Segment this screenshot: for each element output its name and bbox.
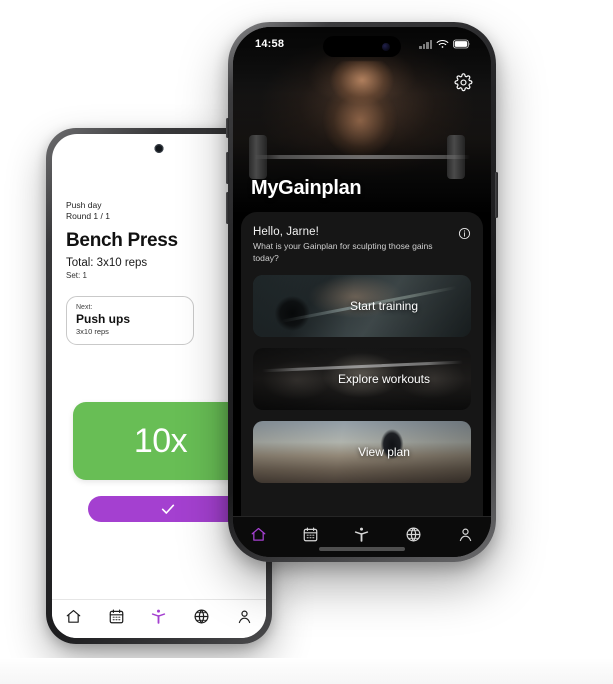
silent-switch[interactable] [226, 118, 229, 138]
home-icon [66, 609, 81, 623]
next-exercise-name: Push ups [76, 311, 131, 326]
iphone-mockup: 14:58 MyGainplan Hello, Jarne! What is y… [226, 22, 498, 562]
content-sheet: Hello, Jarne! What is your Gainplan for … [241, 212, 483, 557]
explore-workouts-card[interactable]: Explore workouts [253, 348, 471, 411]
settings-button[interactable] [454, 73, 473, 97]
android-tabbar [52, 599, 266, 638]
exercise-set: Set: 1 [66, 270, 87, 280]
greeting-title: Hello, Jarne! [253, 226, 319, 238]
globe-icon [194, 609, 209, 624]
status-indicators [419, 39, 471, 49]
iphone-screen: 14:58 MyGainplan Hello, Jarne! What is y… [233, 27, 491, 557]
volume-up-button[interactable] [226, 152, 229, 184]
home-indicator[interactable] [319, 547, 405, 551]
tab-home[interactable] [250, 526, 267, 548]
workout-day-label: Push day [66, 200, 102, 210]
exercise-total: Total: 3x10 reps [66, 256, 148, 269]
next-kicker: Next: [76, 303, 93, 311]
next-exercise-card[interactable]: Next: Push ups 3x10 reps [66, 295, 194, 345]
start-training-card[interactable]: Start training [253, 275, 471, 338]
volume-down-button[interactable] [226, 192, 229, 224]
rep-count-label: 10x [133, 421, 188, 460]
wifi-icon [436, 40, 449, 48]
person-raised-arms-icon [355, 527, 369, 542]
sidebar-item-workout[interactable] [150, 608, 167, 630]
dynamic-island [323, 36, 401, 57]
calendar-icon [109, 609, 124, 624]
tab-profile[interactable] [457, 526, 474, 548]
person-icon [459, 528, 471, 542]
info-button[interactable] [458, 227, 471, 245]
front-camera-icon [154, 144, 164, 153]
sidebar-item-profile[interactable] [236, 608, 253, 630]
calendar-icon [303, 527, 318, 542]
person-icon [238, 610, 251, 624]
card-label: Start training [349, 299, 419, 314]
info-circle-icon [458, 227, 471, 240]
person-raised-arms-icon [152, 609, 166, 624]
screenshot-stage: Push day Round 1 / 1 Bench Press Total: … [0, 0, 613, 684]
greeting-subtitle: What is your Gainplan for sculpting thos… [253, 241, 433, 264]
front-camera-icon [382, 42, 390, 51]
check-icon [161, 504, 175, 514]
page-title: MyGainplan [251, 177, 362, 199]
power-button[interactable] [495, 172, 498, 218]
sidebar-item-explore[interactable] [193, 608, 210, 630]
battery-icon [453, 39, 470, 49]
tab-calendar[interactable] [302, 526, 319, 548]
cellular-signal-icon [419, 39, 432, 49]
gear-icon [454, 73, 473, 92]
view-plan-card[interactable]: View plan [253, 421, 471, 484]
workout-round-label: Round 1 / 1 [66, 211, 110, 222]
tab-explore[interactable] [405, 526, 422, 548]
sidebar-item-calendar[interactable] [108, 608, 125, 630]
sidebar-item-home[interactable] [65, 608, 82, 630]
rep-count-button[interactable]: 10x [73, 402, 248, 480]
tab-workout[interactable] [353, 526, 370, 548]
exercise-name: Bench Press [66, 229, 178, 251]
athlete-silhouette [314, 61, 410, 167]
card-label: View plan [358, 445, 410, 460]
page-bottom-band [0, 658, 613, 684]
confirm-set-button[interactable] [88, 496, 248, 522]
greeting-row: Hello, Jarne! What is your Gainplan for … [253, 226, 471, 264]
home-icon [251, 527, 266, 541]
globe-icon [406, 527, 421, 542]
card-label: Explore workouts [337, 372, 431, 387]
greeting-text: Hello, Jarne! What is your Gainplan for … [253, 226, 458, 264]
next-exercise-reps: 3x10 reps [76, 326, 109, 336]
status-time: 14:58 [255, 38, 285, 50]
